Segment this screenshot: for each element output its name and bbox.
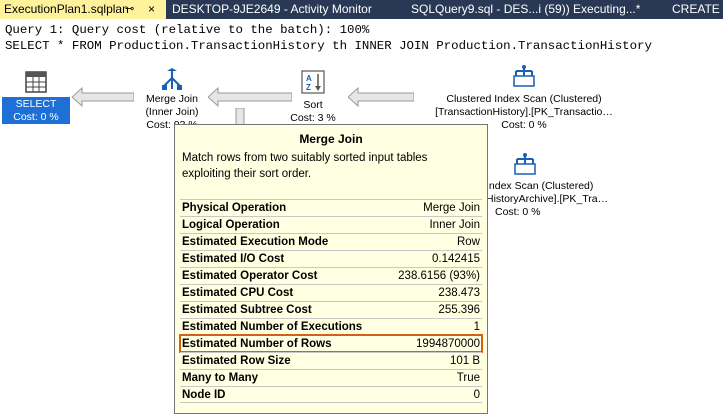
tab-sql-query-label: SQLQuery9.sql - DES...i (59)) Executing.… xyxy=(411,2,641,16)
sort-node-title: Sort xyxy=(303,99,323,111)
query-cost-line: Query 1: Query cost (relative to the bat… xyxy=(5,23,370,37)
tooltip-key: Logical Operation xyxy=(182,219,280,231)
tooltip-value: 1 xyxy=(473,321,480,333)
tooltip-value: 238.6156 (93%) xyxy=(398,270,480,282)
tooltip-value: 1994870000 xyxy=(416,338,480,350)
tooltip-key: Estimated Number of Executions xyxy=(182,321,363,333)
tooltip-description: Match rows from two suitably sorted inpu… xyxy=(182,152,428,180)
tooltip-value: Inner Join xyxy=(429,219,480,231)
select-node[interactable]: SELECT Cost: 0 % xyxy=(2,97,70,124)
index-scan-cost: Cost: 0 % xyxy=(495,206,541,218)
index-scan-node[interactable]: Index Scan (Clustered) HistoryArchive].[… xyxy=(486,180,686,219)
tooltip-key: Physical Operation xyxy=(182,202,287,214)
tab-create-label: CREATE N xyxy=(672,2,723,16)
tab-activity-monitor-label: DESKTOP-9JE2649 - Activity Monitor xyxy=(172,2,372,16)
tooltip-row-subtree-cost: Estimated Subtree Cost 255.396 xyxy=(180,301,482,318)
tooltip-key: Estimated I/O Cost xyxy=(182,253,285,265)
index-scan-icon[interactable] xyxy=(512,152,538,176)
tooltip-value: 238.473 xyxy=(438,287,480,299)
select-node-name: SELECT xyxy=(15,98,57,110)
tab-create[interactable]: CREATE N xyxy=(672,0,723,19)
tab-activity-monitor[interactable]: DESKTOP-9JE2649 - Activity Monitor xyxy=(172,0,372,19)
tooltip-value: Merge Join xyxy=(423,202,480,214)
tooltip-properties: Physical Operation Merge Join Logical Op… xyxy=(179,199,483,403)
tab-sql-query[interactable]: SQLQuery9.sql - DES...i (59)) Executing.… xyxy=(411,0,640,19)
merge-join-icon[interactable] xyxy=(160,68,184,92)
tooltip-key: Many to Many xyxy=(182,372,259,384)
close-icon[interactable]: × xyxy=(148,0,155,19)
tooltip-row-logical-operation: Logical Operation Inner Join xyxy=(180,216,482,233)
clustered-index-scan-title: Clustered Index Scan (Clustered) xyxy=(446,93,602,105)
index-scan-object: HistoryArchive].[PK_Tra… xyxy=(486,193,609,205)
tooltip-row-number-of-rows: Estimated Number of Rows 1994870000 xyxy=(179,334,483,353)
pin-icon[interactable]: ⊸ xyxy=(125,0,134,19)
tooltip-key: Node ID xyxy=(182,389,226,401)
tooltip-key: Estimated Row Size xyxy=(182,355,291,367)
select-table-icon[interactable] xyxy=(24,70,48,94)
tooltip-key: Estimated CPU Cost xyxy=(182,287,294,299)
tooltip-row-many-to-many: Many to Many True xyxy=(180,369,482,386)
clustered-index-scan-icon[interactable] xyxy=(511,64,537,88)
tooltip-title: Merge Join xyxy=(299,132,363,146)
tooltip-value: 101 B xyxy=(449,355,480,367)
tooltip-value: 0 xyxy=(473,389,480,401)
select-node-cost: Cost: 0 % xyxy=(13,111,59,123)
merge-join-node-subtitle: (Inner Join) xyxy=(145,106,199,118)
tooltip-row-cpu-cost: Estimated CPU Cost 238.473 xyxy=(180,284,482,301)
tooltip-row-operator-cost: Estimated Operator Cost 238.6156 (93%) xyxy=(180,267,482,284)
tooltip-key: Estimated Number of Rows xyxy=(182,338,332,350)
tooltip-row-io-cost: Estimated I/O Cost 0.142415 xyxy=(180,250,482,267)
tooltip-value: 255.396 xyxy=(438,304,480,316)
svg-text:Z: Z xyxy=(306,83,311,92)
tab-execution-plan-label: ExecutionPlan1.sqlplan xyxy=(4,2,129,16)
tooltip-row-row-size: Estimated Row Size 101 B xyxy=(180,352,482,369)
svg-text:A: A xyxy=(306,74,312,83)
tooltip-key: Estimated Execution Mode xyxy=(182,236,329,248)
operator-tooltip: Merge Join Match rows from two suitably … xyxy=(174,124,488,414)
tab-execution-plan[interactable]: ExecutionPlan1.sqlplan ⊸ × xyxy=(0,0,166,19)
tooltip-row-execution-mode: Estimated Execution Mode Row xyxy=(180,233,482,250)
sort-node[interactable]: Sort Cost: 3 % xyxy=(283,99,343,125)
index-scan-title: Index Scan (Clustered) xyxy=(486,180,594,192)
tooltip-row-node-id: Node ID 0 xyxy=(180,386,482,403)
merge-join-node-title: Merge Join xyxy=(146,93,198,105)
flow-arrow-sort-to-merge xyxy=(208,87,292,107)
tooltip-row-executions: Estimated Number of Executions 1 xyxy=(180,318,482,335)
tooltip-key: Estimated Operator Cost xyxy=(182,270,318,282)
tooltip-value: Row xyxy=(456,236,480,248)
query-sql-line: SELECT * FROM Production.TransactionHist… xyxy=(5,39,652,53)
clustered-index-scan-object: [TransactionHistory].[PK_Transactio… xyxy=(435,106,613,118)
sort-icon[interactable]: A Z xyxy=(301,70,325,94)
tooltip-key: Estimated Subtree Cost xyxy=(182,304,312,316)
flow-arrow-merge-to-select xyxy=(72,87,134,107)
tooltip-row-physical-operation: Physical Operation Merge Join xyxy=(180,199,482,216)
tooltip-value: 0.142415 xyxy=(432,253,480,265)
document-tab-strip: ExecutionPlan1.sqlplan ⊸ × DESKTOP-9JE26… xyxy=(0,0,723,19)
tooltip-value: True xyxy=(456,372,480,384)
